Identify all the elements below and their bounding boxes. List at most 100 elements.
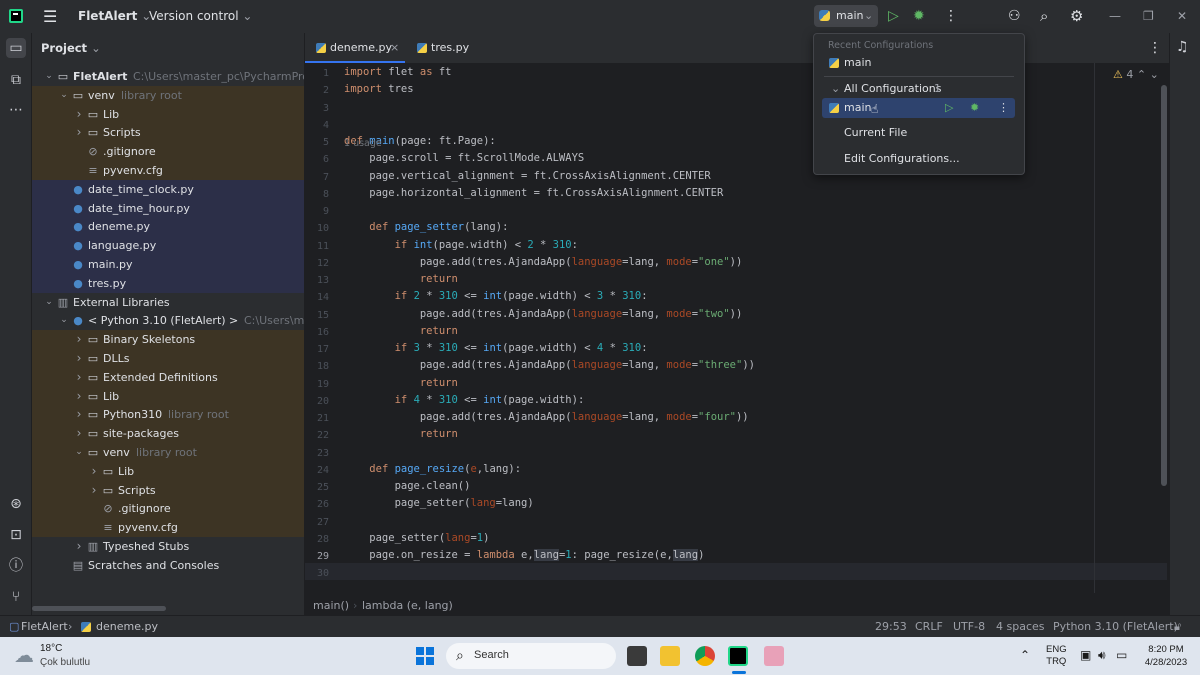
chevron-right-icon[interactable]: › — [74, 537, 84, 556]
code-line[interactable]: return — [344, 325, 458, 337]
task-view-icon[interactable] — [627, 646, 647, 666]
chevron-right-icon[interactable]: › — [74, 368, 84, 387]
add-user-icon[interactable]: ⚇ — [1008, 0, 1021, 33]
tree-item[interactable]: › ▭ Python310 library root — [32, 405, 304, 425]
recent-config-main[interactable]: main — [814, 53, 1024, 73]
maximize-icon[interactable]: ❐ — [1143, 0, 1154, 33]
code-line[interactable]: page.vertical_alignment = ft.CrossAxisAl… — [344, 170, 710, 182]
indent-setting[interactable]: 4 spaces — [996, 616, 1045, 638]
tree-item[interactable]: ● tres.py — [32, 273, 304, 293]
code-line[interactable]: import flet as ft — [344, 66, 452, 78]
tree-item[interactable]: › ▥ Typeshed Stubs — [32, 537, 304, 556]
notifications-icon[interactable]: ♫ — [1176, 39, 1189, 55]
code-line[interactable]: return — [344, 273, 458, 285]
battery-icon[interactable]: ▭ — [1116, 648, 1127, 662]
chevron-right-icon[interactable]: › — [74, 424, 84, 443]
inspection-widget[interactable]: ⚠ 4 ⌃ ⌄ — [1113, 68, 1159, 81]
code-line[interactable]: page.horizontal_alignment = ft.CrossAxis… — [344, 187, 723, 199]
tree-item[interactable]: ≡ pyvenv.cfg — [32, 518, 304, 538]
chrome-icon[interactable] — [695, 646, 715, 666]
code-line[interactable]: page_setter(lang=1) — [344, 532, 489, 544]
pycharm-taskbar-icon[interactable] — [728, 646, 748, 666]
current-file-item[interactable]: Current File — [814, 123, 1024, 143]
lock-icon[interactable]: 🔓︎ — [1174, 616, 1181, 638]
horizontal-scrollbar[interactable] — [32, 606, 166, 611]
code-line[interactable]: return — [344, 377, 458, 389]
vertical-scrollbar[interactable] — [1161, 85, 1167, 486]
close-tab-icon[interactable]: × — [390, 33, 399, 63]
code-line[interactable]: page.add(tres.AjandaApp(language=lang, m… — [344, 411, 749, 423]
chevron-right-icon[interactable]: › — [74, 349, 84, 368]
tree-item[interactable]: ⊘ .gitignore — [32, 142, 304, 162]
tree-item[interactable]: ⌄ ▭ venv library root — [32, 85, 304, 105]
tree-item[interactable]: ⌄▭ FletAlert C:\Users\master_pc\PycharmPro… — [32, 67, 304, 86]
code-line[interactable]: if 2 * 310 <= int(page.width) < 3 * 310: — [344, 290, 648, 302]
tree-item[interactable]: ⌄ ▭ venv library root — [32, 443, 304, 462]
close-icon[interactable]: ✕ — [1177, 0, 1187, 33]
chevron-down-icon[interactable]: ⌄ — [1150, 68, 1159, 81]
run-icon[interactable]: ▷ — [888, 0, 899, 33]
code-line[interactable]: page_setter(lang=lang) — [344, 497, 534, 509]
chevron-right-icon[interactable]: › — [74, 330, 84, 349]
tree-item[interactable]: › ▭ Scripts — [32, 123, 304, 143]
code-line[interactable]: if int(page.width) < 2 * 310: — [344, 239, 578, 251]
code-line[interactable]: def page_resize(e,lang): — [344, 463, 521, 475]
tree-item[interactable]: ● date_time_clock.py — [32, 179, 304, 199]
app-logo-icon[interactable] — [9, 9, 23, 23]
project-panel-header[interactable]: Project ⌄ — [41, 33, 101, 63]
chevron-down-icon[interactable]: ⌄ — [44, 67, 54, 86]
caret-position[interactable]: 29:53 — [875, 616, 907, 638]
start-icon[interactable] — [416, 647, 434, 665]
tree-item[interactable]: ● main.py — [32, 255, 304, 274]
settings-icon[interactable]: ⚙ — [1070, 0, 1083, 33]
chevron-right-icon[interactable]: › — [74, 123, 84, 142]
code-line[interactable]: if 4 * 310 <= int(page.width): — [344, 394, 585, 406]
tree-item[interactable]: › ▭ Scripts — [32, 480, 304, 500]
tree-item[interactable]: › ▭ Extended Definitions — [32, 367, 304, 387]
file-explorer-icon[interactable] — [660, 646, 680, 666]
monitor-icon[interactable]: ▣ — [1080, 648, 1091, 662]
line-separator[interactable]: CRLF — [915, 616, 943, 638]
chevron-down-icon[interactable]: ⌄ — [59, 86, 69, 105]
chevron-right-icon[interactable]: › — [74, 405, 84, 424]
chevron-right-icon[interactable]: › — [89, 481, 99, 500]
chevron-right-icon[interactable]: › — [89, 462, 99, 481]
code-line[interactable]: def page_setter(lang): — [344, 221, 508, 233]
debug-icon[interactable]: ✹ — [970, 98, 979, 118]
search-icon[interactable]: ⌕ — [1040, 0, 1048, 33]
more-actions-icon[interactable]: ⋮ — [944, 0, 958, 33]
edit-configurations-item[interactable]: Edit Configurations... — [814, 149, 1024, 169]
tree-item[interactable]: › ▭ Lib — [32, 461, 304, 481]
debug-icon[interactable]: ✹ — [913, 0, 925, 33]
code-line[interactable]: page.add(tres.AjandaApp(language=lang, m… — [344, 359, 755, 371]
interpreter-selector[interactable]: Python 3.10 (FletAlert) — [1053, 616, 1178, 638]
chevron-right-icon[interactable]: › — [74, 105, 84, 124]
code-line[interactable]: return — [344, 428, 458, 440]
file-encoding[interactable]: UTF-8 — [953, 616, 985, 638]
tab-deneme[interactable]: deneme.py × — [305, 33, 405, 63]
vcs-menu[interactable]: Version control ⌄ — [149, 0, 252, 33]
code-line[interactable]: if 3 * 310 <= int(page.width) < 4 * 310: — [344, 342, 648, 354]
tree-item[interactable]: ▤ Scratches and Consoles — [32, 556, 304, 575]
chevron-down-icon[interactable]: ⌄ — [59, 311, 69, 330]
taskbar-search[interactable]: ⌕ Search — [446, 643, 616, 669]
project-tool-icon[interactable]: ▭ — [6, 38, 26, 58]
all-configurations-group[interactable]: ⌄ All Configurations 1 — [814, 79, 1024, 99]
more-actions-icon[interactable]: ⋮ — [998, 98, 1009, 118]
tab-options-icon[interactable]: ⋮ — [1148, 33, 1162, 63]
tab-tres[interactable]: tres.py — [411, 33, 481, 63]
tree-item[interactable]: ● deneme.py — [32, 217, 304, 237]
clock[interactable]: 8:20 PM 4/28/2023 — [1140, 643, 1192, 669]
more-tools-icon[interactable]: ⋯ — [6, 100, 26, 120]
chevron-up-icon[interactable]: ⌃ — [1137, 68, 1146, 81]
python-packages-icon[interactable]: ⊛ — [6, 494, 26, 514]
tree-item[interactable]: ≡ pyvenv.cfg — [32, 161, 304, 180]
tree-item[interactable]: › ▭ Binary Skeletons — [32, 330, 304, 350]
breadcrumb-main[interactable]: main() — [313, 597, 349, 615]
tree-item[interactable]: ⌄ ● < Python 3.10 (FletAlert) > C:\Users\ma… — [32, 311, 304, 330]
tree-item[interactable]: › ▭ site-packages — [32, 424, 304, 444]
tree-item[interactable]: ⊘ .gitignore — [32, 499, 304, 519]
tree-item[interactable]: ● language.py — [32, 236, 304, 256]
minimize-icon[interactable]: — — [1109, 0, 1121, 33]
main-menu-icon[interactable]: ☰ — [43, 0, 57, 33]
